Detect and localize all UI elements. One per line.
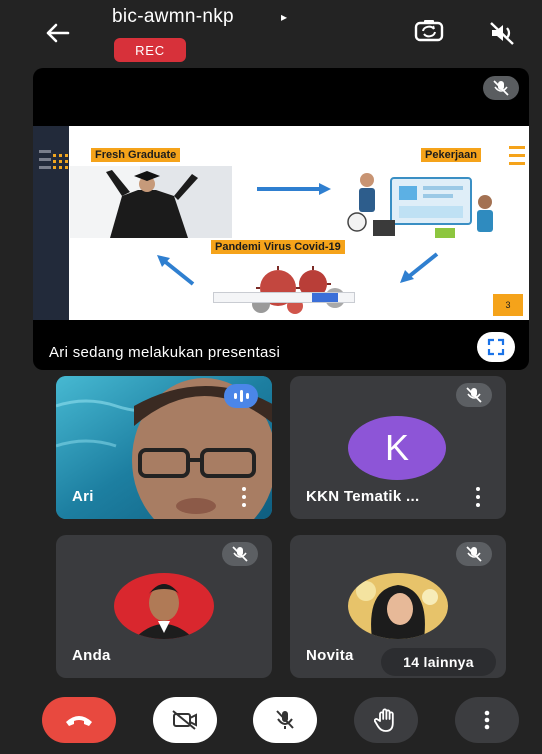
slide-dots-decoration (53, 154, 69, 170)
arrow-right-icon (257, 183, 331, 195)
avatar: K (348, 416, 446, 480)
shared-slide: Fresh Graduate Pekerjaan Pandemi Virus C… (33, 126, 529, 320)
meeting-code[interactable]: bic-awmn-nkp (112, 6, 234, 28)
recording-badge: REC (114, 38, 186, 62)
speaker-muted-icon (490, 22, 514, 45)
other-participants-button[interactable]: 14 lainnya (381, 648, 496, 676)
meeting-info-caret-icon[interactable]: ▸ (281, 10, 287, 24)
fullscreen-button[interactable] (477, 332, 515, 362)
more-options-button[interactable] (455, 697, 519, 743)
hand-icon (374, 708, 394, 732)
mic-off-icon (466, 546, 482, 562)
back-button[interactable] (40, 18, 76, 48)
slide-menu-decoration (509, 146, 525, 168)
slide-page-number: 3 (493, 294, 523, 316)
slide-label-pandemi: Pandemi Virus Covid-19 (211, 240, 345, 254)
arrow-left-icon (46, 23, 70, 43)
avatar (114, 573, 214, 639)
participant-tile-ari[interactable]: Ari (56, 376, 272, 519)
raise-hand-button[interactable] (354, 697, 418, 743)
slide-label-fresh-graduate: Fresh Graduate (91, 148, 181, 162)
mic-off-icon (232, 546, 248, 562)
speaker-toggle-button[interactable] (486, 18, 520, 48)
more-vertical-icon (484, 710, 490, 730)
participant-muted-badge (456, 542, 492, 566)
camera-toggle-button[interactable] (153, 697, 217, 743)
end-call-button[interactable] (42, 697, 116, 743)
work-illustration (339, 166, 503, 242)
switch-camera-button[interactable] (412, 16, 446, 46)
switch-camera-icon (414, 20, 444, 42)
camera-off-icon (172, 710, 197, 730)
graduate-photo (70, 166, 232, 238)
participant-muted-badge (456, 383, 492, 407)
presentation-caption: Ari sedang melakukan presentasi (49, 344, 281, 361)
participant-name: KKN Tematik ... (306, 488, 420, 505)
participant-name: Novita (306, 647, 354, 664)
participant-menu-button[interactable] (474, 487, 482, 507)
participant-name: Ari (72, 488, 94, 505)
participant-muted-badge (222, 542, 258, 566)
arrow-down-right-icon (157, 255, 195, 286)
avatar (348, 573, 448, 639)
speaking-indicator (224, 384, 258, 408)
fullscreen-icon (487, 338, 505, 356)
mic-off-icon (493, 80, 509, 96)
presentation-tile[interactable]: Fresh Graduate Pekerjaan Pandemi Virus C… (33, 68, 529, 370)
mic-off-icon (276, 710, 294, 729)
arrow-down-left-icon (400, 252, 439, 283)
participant-tile-kkn[interactable]: K KKN Tematik ... (290, 376, 506, 519)
mic-off-icon (466, 387, 482, 403)
microphone-toggle-button[interactable] (253, 697, 317, 743)
phone-hangup-icon (66, 716, 92, 726)
slide-label-pekerjaan: Pekerjaan (421, 148, 481, 162)
participant-tile-anda[interactable]: Anda (56, 535, 272, 678)
presentation-mute-badge (483, 76, 519, 100)
participant-menu-button[interactable] (240, 487, 248, 507)
virus-illustration (233, 256, 363, 316)
slide-search-button (312, 293, 338, 302)
participant-name: Anda (72, 647, 111, 664)
slide-search-bar (213, 292, 355, 303)
